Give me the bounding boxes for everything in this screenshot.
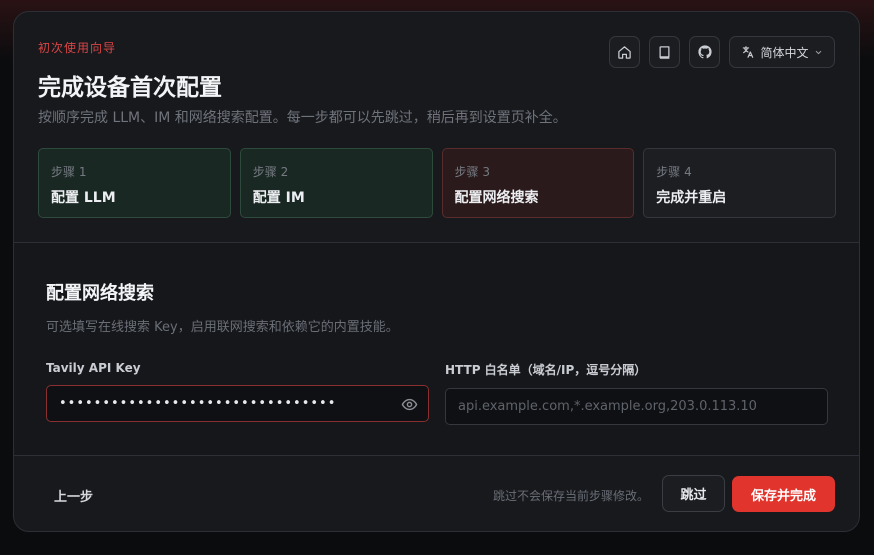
wizard-eyebrow: 初次使用向导 xyxy=(38,41,117,55)
http-whitelist-input[interactable]: api.example.com,*.example.org,203.0.113.… xyxy=(445,388,828,425)
wizard-header: 初次使用向导 完成设备首次配置 按顺序完成 LLM、IM 和网络搜索配置。每一步… xyxy=(14,12,859,243)
docs-button[interactable] xyxy=(649,36,680,68)
whitelist-placeholder: api.example.com,*.example.org,203.0.113.… xyxy=(458,399,757,414)
web-search-section: 配置网络搜索 可选填写在线搜索 Key，启用联网搜索和依赖它的内置技能。 Tav… xyxy=(14,243,859,455)
step-label: 配置 LLM xyxy=(51,190,116,206)
tavily-api-key-input[interactable]: •••••••••••••••••••••••••••••••• xyxy=(46,385,429,422)
step-llm[interactable]: 步骤 1 配置 LLM xyxy=(38,148,231,218)
header-toolbar: 简体中文 xyxy=(609,36,835,68)
step-web-search[interactable]: 步骤 3 配置网络搜索 xyxy=(441,148,635,218)
step-number: 步骤 3 xyxy=(454,165,490,179)
wizard-steps: 步骤 1 配置 LLM 步骤 2 配置 IM 步骤 3 配置网络搜索 步骤 4 … xyxy=(38,148,836,218)
wizard-footer: 上一步 跳过不会保存当前步骤修改。 跳过 保存并完成 xyxy=(14,456,859,531)
book-icon xyxy=(659,45,670,59)
toggle-visibility-button[interactable] xyxy=(401,396,418,417)
github-button[interactable] xyxy=(689,36,720,68)
step-label: 完成并重启 xyxy=(656,190,727,206)
chevron-down-icon xyxy=(815,50,821,54)
save-and-finish-button[interactable]: 保存并完成 xyxy=(732,476,835,512)
page-title: 完成设备首次配置 xyxy=(38,75,222,101)
tavily-field: Tavily API Key •••••••••••••••••••••••••… xyxy=(46,361,429,422)
step-im[interactable]: 步骤 2 配置 IM xyxy=(239,148,433,218)
eye-icon xyxy=(401,398,418,411)
previous-step-button[interactable]: 上一步 xyxy=(46,480,101,510)
section-description: 可选填写在线搜索 Key，启用联网搜索和依赖它的内置技能。 xyxy=(46,320,399,335)
home-button[interactable] xyxy=(609,36,640,68)
step-label: 配置网络搜索 xyxy=(454,190,539,206)
page-subtitle: 按顺序完成 LLM、IM 和网络搜索配置。每一步都可以先跳过，稍后再到设置页补全… xyxy=(38,110,567,126)
github-icon xyxy=(697,45,712,59)
step-number: 步骤 2 xyxy=(252,165,289,179)
skip-button[interactable]: 跳过 xyxy=(662,475,725,512)
step-number: 步骤 4 xyxy=(656,165,692,179)
language-selector[interactable]: 简体中文 xyxy=(729,36,835,68)
setup-wizard-dialog: 初次使用向导 完成设备首次配置 按顺序完成 LLM、IM 和网络搜索配置。每一步… xyxy=(13,11,860,532)
step-number: 步骤 1 xyxy=(51,165,87,179)
skip-hint: 跳过不会保存当前步骤修改。 xyxy=(492,489,649,503)
translate-icon xyxy=(743,46,754,58)
whitelist-field: HTTP 白名单（域名/IP，逗号分隔） api.example.com,*.e… xyxy=(445,361,828,425)
step-label: 配置 IM xyxy=(252,190,305,206)
language-label: 简体中文 xyxy=(760,45,809,60)
section-title: 配置网络搜索 xyxy=(46,283,154,304)
tavily-api-key-value: •••••••••••••••••••••••••••••••• xyxy=(59,396,337,411)
whitelist-label: HTTP 白名单（域名/IP，逗号分隔） xyxy=(445,363,647,377)
home-icon xyxy=(618,45,631,59)
tavily-label: Tavily API Key xyxy=(46,361,141,375)
step-finish-restart[interactable]: 步骤 4 完成并重启 xyxy=(643,148,836,218)
